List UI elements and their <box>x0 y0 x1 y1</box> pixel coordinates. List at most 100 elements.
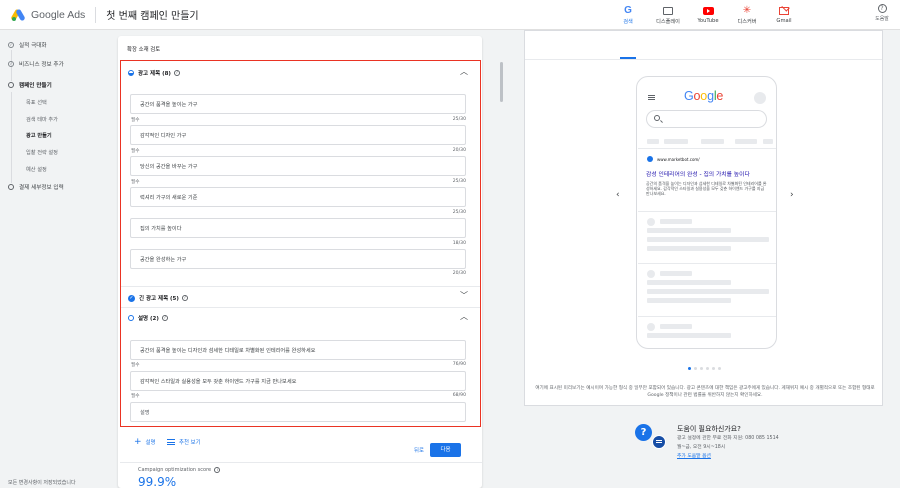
carousel-dot[interactable] <box>718 367 721 370</box>
tab-display[interactable]: 디스플레이 <box>652 6 684 25</box>
optimization-label-text: Campaign optimization score <box>138 467 212 473</box>
divider <box>638 148 776 149</box>
current-step-icon <box>8 82 14 88</box>
optimization-score: 99.9% <box>138 475 177 488</box>
substep-search-themes[interactable]: 검색 테마 추가 <box>26 116 58 123</box>
tab-label: 검색 <box>623 19 633 25</box>
title-divider <box>95 6 97 23</box>
placeholder-circle <box>647 270 655 278</box>
placeholder-bar <box>647 298 731 303</box>
substep-budget[interactable]: 예산 설정 <box>26 166 47 173</box>
button-label: 설명 <box>145 440 156 446</box>
menu-icon <box>648 95 655 100</box>
page-title: 첫 번째 캠페인 만들기 <box>106 11 199 22</box>
step-label: 결제 세부정보 입력 <box>19 185 64 191</box>
google-logo: Google <box>684 89 724 103</box>
step-connector <box>11 92 12 183</box>
avatar <box>754 92 766 104</box>
view-recommendations-button[interactable]: 추천 보기 <box>167 438 201 446</box>
placeholder-bar <box>647 280 731 285</box>
carousel-dot[interactable] <box>688 367 691 370</box>
preview-disclaimer: 여기에 표시된 미리보기는 예시이며 가능한 형식 중 일부만 포함되어 있습니… <box>535 386 875 398</box>
placeholder-bar <box>647 246 731 251</box>
top-bar: Google Ads 첫 번째 캠페인 만들기 ? 도움말 <box>0 0 900 30</box>
button-label: 추천 보기 <box>179 440 201 446</box>
divider <box>638 211 776 212</box>
help-label: 도움말 <box>875 16 889 22</box>
step-business-info[interactable]: ✓ 비즈니스 정보 추가 <box>8 60 64 68</box>
placeholder-bar <box>647 228 731 233</box>
step-label: 캠페인 만들기 <box>19 83 52 89</box>
carousel-dot[interactable] <box>700 367 703 370</box>
placeholder-bar <box>660 324 692 329</box>
tab-youtube[interactable]: YouTube <box>694 6 722 24</box>
placeholder-bar <box>647 289 769 294</box>
check-icon: ✓ <box>8 42 14 48</box>
chevron-right-icon[interactable]: › <box>790 190 794 200</box>
gmail-icon <box>779 3 790 15</box>
footer-divider <box>120 462 482 463</box>
placeholder-circle <box>647 218 655 226</box>
step-label: 비즈니스 정보 추가 <box>19 62 64 68</box>
carousel-dot[interactable] <box>712 367 715 370</box>
add-description-button[interactable]: + 설명 <box>134 438 156 447</box>
tab-label: 디스플레이 <box>656 19 680 25</box>
substep-create-ads[interactable]: 광고 만들기 <box>26 132 52 139</box>
divider <box>638 316 776 317</box>
tabs-divider <box>525 59 882 60</box>
tab-discover[interactable]: ✳ 디스커버 <box>734 5 760 26</box>
question-bubble-icon: ? <box>635 424 652 441</box>
substep-bidding[interactable]: 입찰 전략 설정 <box>26 149 58 156</box>
more-help-link[interactable]: 추가 도움말 옵션 <box>677 452 711 459</box>
substep-goal[interactable]: 목표 선택 <box>26 99 47 106</box>
tab-gmail[interactable]: Gmail <box>772 3 796 24</box>
carousel-dots <box>688 367 721 370</box>
placeholder-chip <box>735 139 757 144</box>
placeholder-circle <box>647 323 655 331</box>
next-button[interactable]: 다음 <box>430 443 461 457</box>
carousel-dot[interactable] <box>706 367 709 370</box>
check-icon: ✓ <box>8 61 14 67</box>
placeholder-bar <box>660 271 692 276</box>
google-ads-logo[interactable]: Google Ads <box>10 8 86 21</box>
chevron-left-icon[interactable]: ‹ <box>616 190 620 200</box>
help-phone-info: 광고 설정에 관한 무료 전화 지원: 080 085 1514 <box>677 436 779 441</box>
display-icon <box>663 7 673 15</box>
ad-description: 공간의 품격을 높이는 디자인과 섬세한 디테일로 차별화된 인테리어를 완성하… <box>646 181 767 197</box>
youtube-icon <box>702 7 714 15</box>
back-button[interactable]: 뒤로 <box>414 446 424 454</box>
carousel-dot[interactable] <box>694 367 697 370</box>
placeholder-chip <box>647 139 659 144</box>
search-icon <box>654 115 660 121</box>
chat-bubble-icon <box>652 435 666 449</box>
google-ads-logo-icon <box>10 8 26 21</box>
tab-search[interactable]: G 검색 <box>618 6 638 26</box>
help-button[interactable]: ? 도움말 <box>872 4 892 22</box>
step-circle-icon <box>8 184 14 190</box>
list-icon <box>167 439 175 445</box>
tab-label: Gmail <box>776 18 792 24</box>
step-create-campaign[interactable]: 캠페인 만들기 <box>8 81 52 89</box>
tab-label: 디스커버 <box>737 19 757 25</box>
card-title: 확장 소재 검토 <box>127 47 161 53</box>
placeholder-bar <box>660 219 692 224</box>
step-performance-max[interactable]: ✓ 실적 극대화 <box>8 41 47 49</box>
step-billing[interactable]: 결제 세부정보 입력 <box>8 183 64 191</box>
divider <box>638 263 776 264</box>
help-icon: ? <box>877 4 887 13</box>
mock-search-box <box>646 110 767 128</box>
placeholder-chip <box>763 139 773 144</box>
tab-label: YouTube <box>697 18 719 24</box>
optimization-score-label: Campaign optimization score i <box>138 467 221 473</box>
step-label: 실적 극대화 <box>19 43 47 49</box>
placeholder-chip <box>701 139 724 144</box>
help-hours: 월~금, 오전 9시~18시 <box>677 445 726 450</box>
site-favicon-icon <box>647 156 653 162</box>
discover-icon: ✳ <box>742 5 752 16</box>
highlight-outline <box>120 60 481 427</box>
help-title: 도움이 필요하신가요? <box>677 425 741 433</box>
brand-name: Google Ads <box>31 8 86 21</box>
info-icon[interactable]: i <box>214 467 221 473</box>
ad-display-url: www.marketbot.com/ <box>657 157 700 162</box>
scrollbar[interactable] <box>500 62 503 102</box>
